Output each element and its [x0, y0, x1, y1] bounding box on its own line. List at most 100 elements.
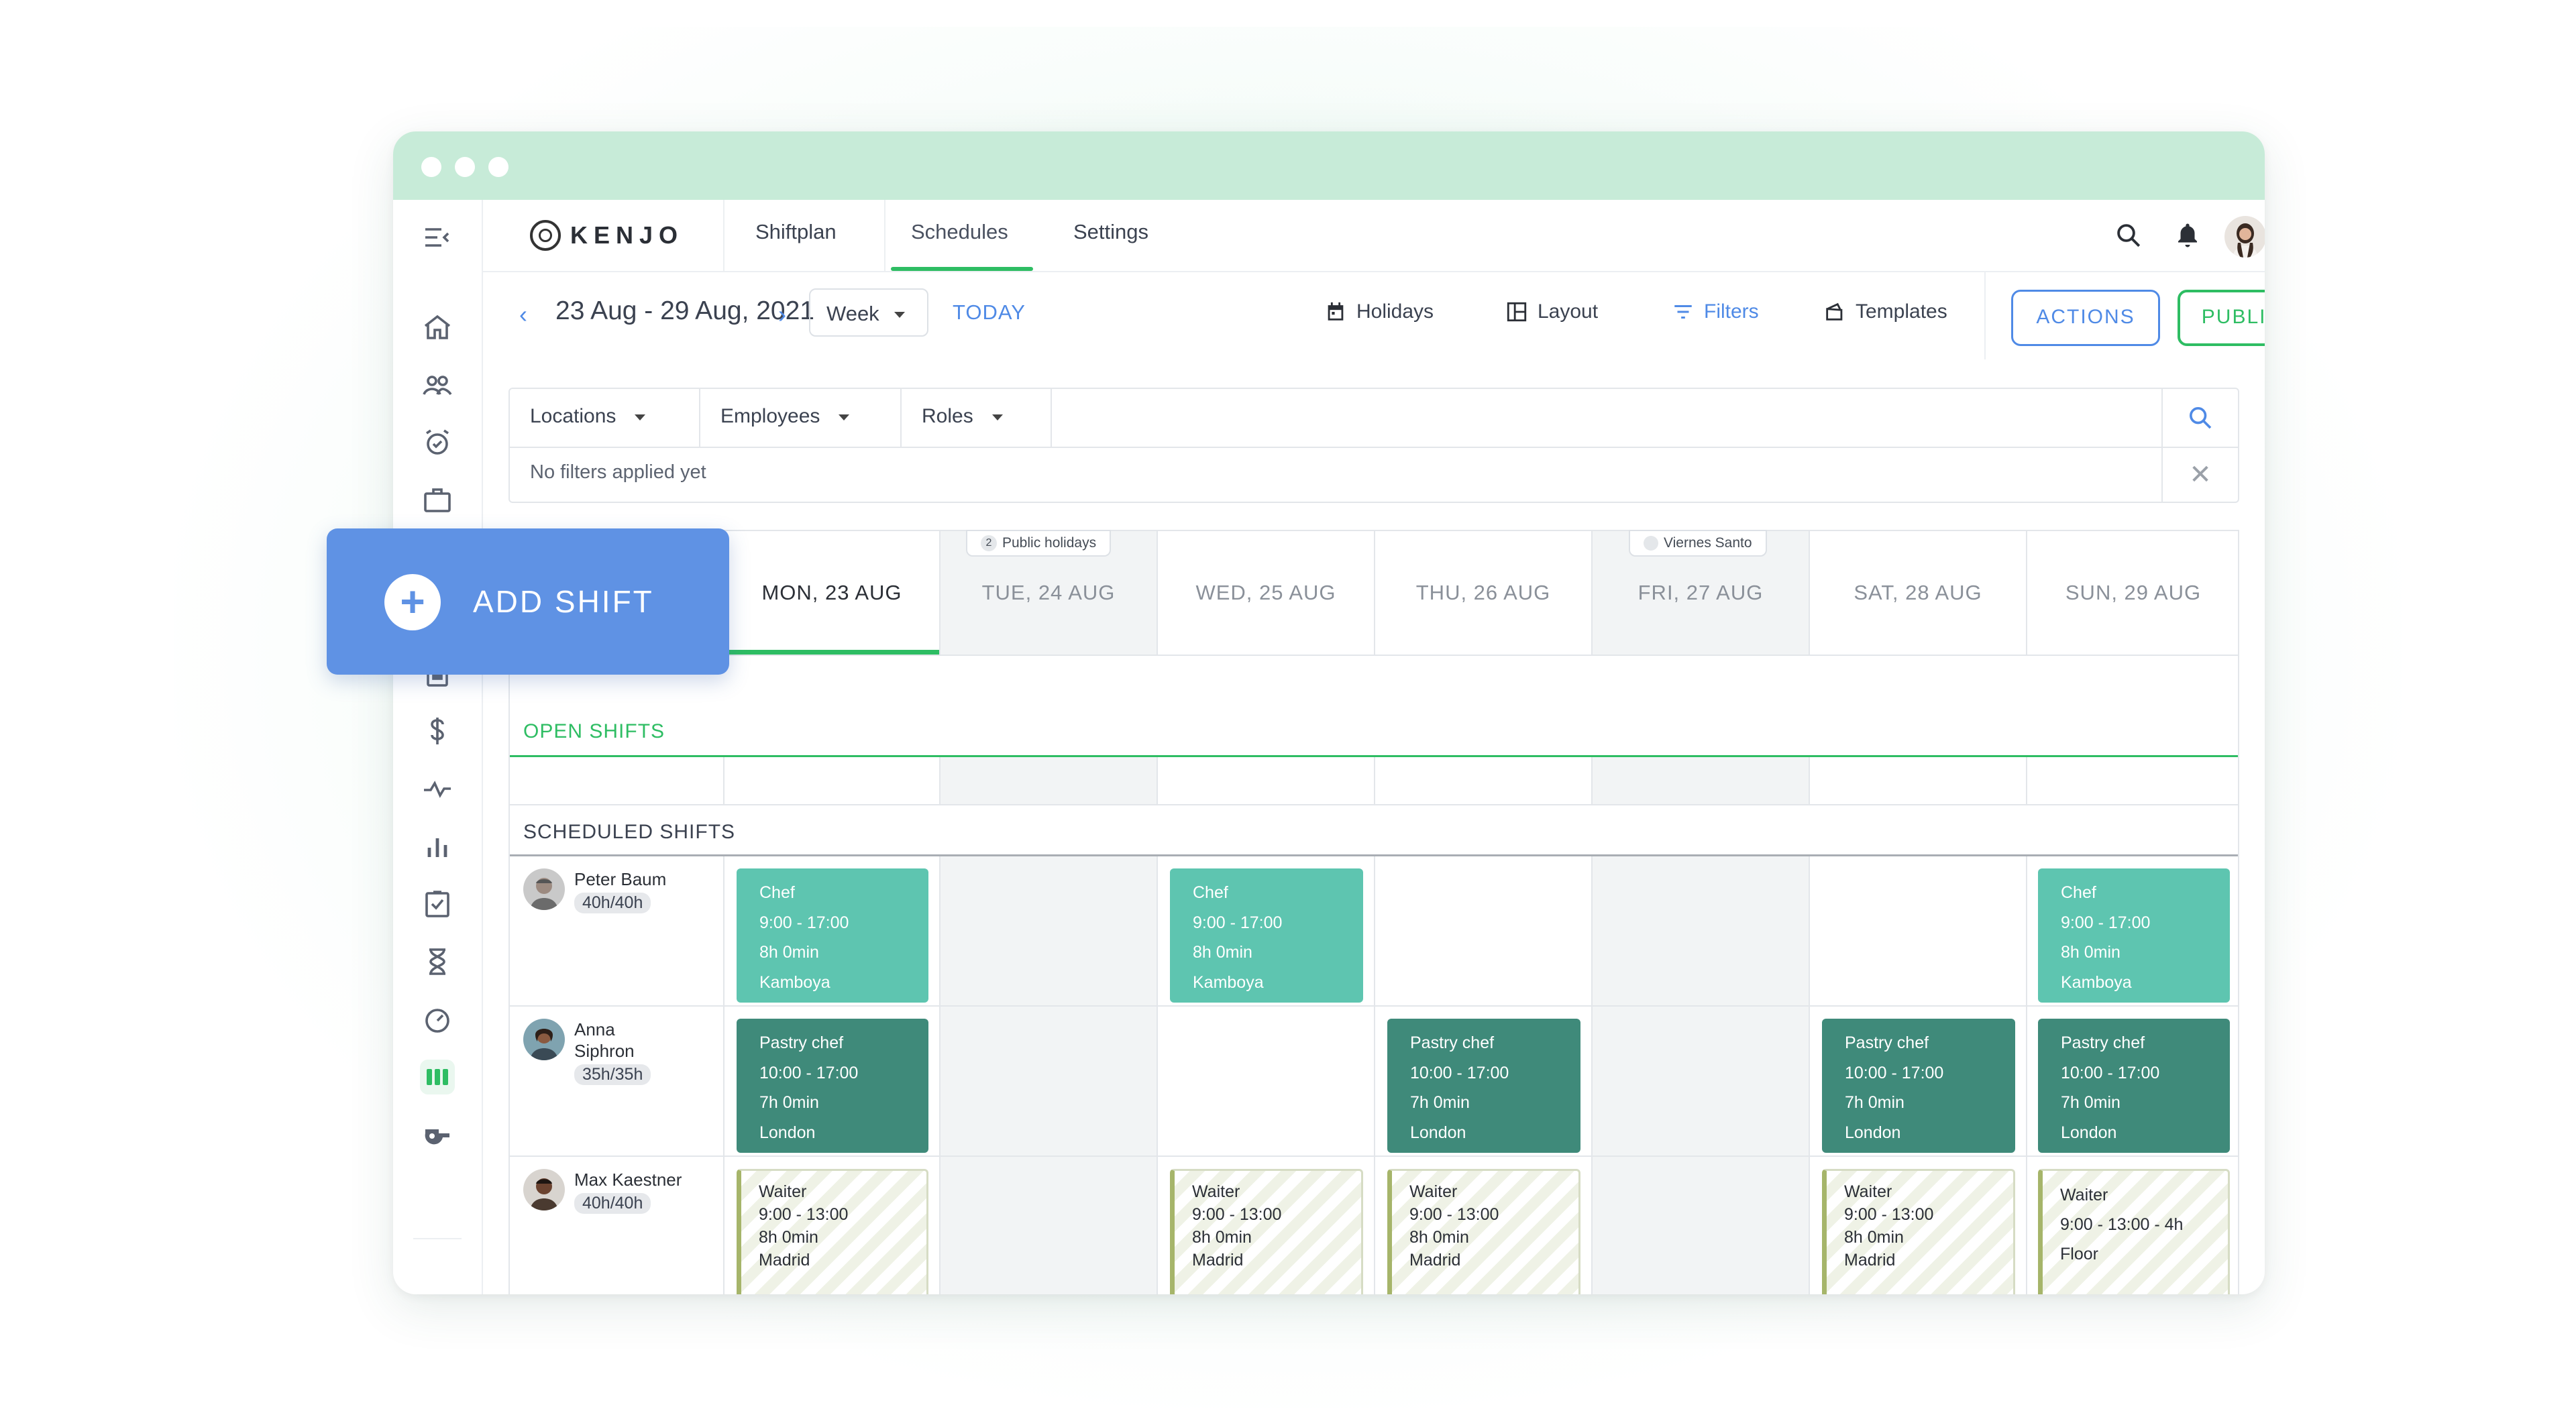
- window-dot: [421, 157, 441, 177]
- people-icon[interactable]: [420, 368, 455, 402]
- actions-button[interactable]: ACTIONS: [2011, 290, 2160, 346]
- publish-button[interactable]: PUBLISH: [2178, 290, 2265, 346]
- templates-icon: [1826, 302, 1843, 321]
- next-week-chevron-icon[interactable]: ›: [778, 300, 786, 329]
- bar-chart-icon[interactable]: [420, 829, 455, 864]
- tab-settings[interactable]: Settings: [1073, 220, 1148, 244]
- holiday-badge[interactable]: Viernes Santo: [1629, 530, 1767, 557]
- no-filters-note: No filters applied yet: [530, 461, 706, 483]
- shift-duration: 8h 0min: [759, 1228, 818, 1247]
- day-header-tue[interactable]: 2 Public holidays TUE, 24 AUG: [941, 530, 1158, 655]
- shift-card-chef[interactable]: Chef 9:00 - 17:00 8h 0min Kamboya: [2038, 868, 2230, 1003]
- whistle-icon[interactable]: [420, 1117, 455, 1152]
- open-shift-cell[interactable]: [1158, 757, 1375, 804]
- shift-cell[interactable]: [1593, 1157, 1810, 1294]
- tab-shiftplan[interactable]: Shiftplan: [755, 220, 837, 244]
- holiday-dot-icon: [1644, 536, 1658, 551]
- header-divider: [510, 655, 2238, 656]
- shift-cell[interactable]: [1593, 1007, 1810, 1155]
- open-shift-cell[interactable]: [1375, 757, 1593, 804]
- shift-card-chef[interactable]: Chef 9:00 - 17:00 8h 0min Kamboya: [1170, 868, 1363, 1003]
- shift-cell[interactable]: [941, 1157, 1158, 1294]
- employees-dropdown[interactable]: Employees: [700, 389, 902, 447]
- day-header-mon[interactable]: MON, 23 AUG: [724, 531, 941, 655]
- shift-card-pastry-chef[interactable]: Pastry chef 10:00 - 17:00 7h 0min London: [737, 1019, 928, 1153]
- employee-name: Peter Baum: [574, 869, 667, 889]
- employee-info[interactable]: Max Kaestner 40h/40h: [523, 1169, 682, 1214]
- checklist-icon[interactable]: [420, 887, 455, 921]
- holiday-badge[interactable]: 2 Public holidays: [966, 530, 1112, 557]
- sidebar-divider: [413, 1238, 462, 1239]
- dollar-icon[interactable]: [420, 714, 455, 748]
- shift-cell[interactable]: [941, 856, 1158, 1005]
- date-range: 23 Aug - 29 Aug, 2021: [555, 296, 815, 325]
- alarm-clock-icon[interactable]: [420, 425, 455, 460]
- menu-collapse-icon[interactable]: [420, 220, 455, 255]
- search-icon: [2190, 407, 2212, 429]
- layout-button[interactable]: Layout: [1505, 300, 1598, 323]
- schedule-columns-icon[interactable]: [420, 1060, 455, 1094]
- activity-icon[interactable]: [420, 771, 455, 806]
- hourglass-icon[interactable]: [420, 944, 455, 979]
- shift-card-pastry-chef[interactable]: Pastry chef 10:00 - 17:00 7h 0min London: [1387, 1019, 1580, 1153]
- employee-info[interactable]: Peter Baum 40h/40h: [523, 868, 666, 913]
- shift-card-pastry-chef[interactable]: Pastry chef 10:00 - 17:00 7h 0min London: [1822, 1019, 2015, 1153]
- employee-hours-badge: 35h/35h: [574, 1064, 651, 1085]
- employee-row: Max Kaestner 40h/40h Waiter 9:00 - 13:00…: [510, 1157, 2238, 1294]
- day-header-fri[interactable]: Viernes Santo FRI, 27 AUG: [1593, 530, 1810, 655]
- view-select[interactable]: Week: [809, 288, 928, 337]
- calendar-icon: [1328, 302, 1344, 321]
- employee-name: Max Kaestner: [574, 1170, 682, 1190]
- shift-duration: 8h 0min: [2061, 943, 2121, 962]
- employee-avatar: [523, 1169, 565, 1210]
- shift-cell[interactable]: [1375, 856, 1593, 1005]
- shift-time: 9:00 - 17:00: [759, 913, 849, 932]
- shift-card-pastry-chef[interactable]: Pastry chef 10:00 - 17:00 7h 0min London: [2038, 1019, 2230, 1153]
- speedometer-icon[interactable]: [420, 1002, 455, 1037]
- shift-card-waiter[interactable]: Waiter 9:00 - 13:00 - 4h Floor: [2038, 1169, 2230, 1294]
- shift-cell[interactable]: [1593, 856, 1810, 1005]
- shift-card-waiter[interactable]: Waiter 9:00 - 13:00 8h 0min Madrid: [1170, 1169, 1363, 1294]
- employee-info[interactable]: Anna Siphron 35h/35h: [523, 1019, 651, 1085]
- today-button[interactable]: TODAY: [953, 300, 1026, 325]
- day-header-wed[interactable]: WED, 25 AUG: [1158, 531, 1375, 655]
- day-header-sun[interactable]: SUN, 29 AUG: [2027, 531, 2239, 655]
- open-shift-cell[interactable]: [1810, 757, 2027, 804]
- shift-cell[interactable]: [1158, 1007, 1375, 1155]
- shift-time: 10:00 - 17:00: [1410, 1063, 1509, 1082]
- open-shift-cell[interactable]: [941, 757, 1158, 804]
- kenjo-logo[interactable]: KENJO: [530, 220, 684, 251]
- briefcase-icon[interactable]: [420, 483, 455, 518]
- shift-card-waiter[interactable]: Waiter 9:00 - 13:00 8h 0min Madrid: [1387, 1169, 1580, 1294]
- add-shift-button[interactable]: + ADD SHIFT: [327, 528, 729, 675]
- day-header-sat[interactable]: SAT, 28 AUG: [1810, 531, 2027, 655]
- roles-dropdown[interactable]: Roles: [902, 389, 1052, 447]
- previous-week-chevron-icon[interactable]: ‹: [519, 300, 527, 329]
- bell-icon[interactable]: [2171, 219, 2204, 252]
- shift-cell[interactable]: [941, 1007, 1158, 1155]
- shift-card-waiter[interactable]: Waiter 9:00 - 13:00 8h 0min Madrid: [737, 1169, 928, 1294]
- filters-button[interactable]: Filters: [1672, 300, 1759, 323]
- tab-schedules[interactable]: Schedules: [891, 220, 1033, 271]
- shift-role: Waiter: [2060, 1186, 2108, 1204]
- open-shift-cell[interactable]: [724, 757, 941, 804]
- locations-dropdown[interactable]: Locations: [510, 389, 700, 447]
- shift-location: Kamboya: [759, 972, 830, 992]
- shift-card-waiter[interactable]: Waiter 9:00 - 13:00 8h 0min Madrid: [1822, 1169, 2015, 1294]
- holidays-button[interactable]: Holidays: [1324, 300, 1434, 323]
- search-icon[interactable]: [2112, 219, 2145, 252]
- shift-card-chef[interactable]: Chef 9:00 - 17:00 8h 0min Kamboya: [737, 868, 928, 1003]
- filter-search-button[interactable]: [2161, 389, 2238, 447]
- open-shift-cell[interactable]: [1593, 757, 1810, 804]
- home-icon[interactable]: [420, 310, 455, 345]
- shift-cell[interactable]: [1810, 856, 2027, 1005]
- open-shift-cell[interactable]: [2027, 757, 2239, 804]
- templates-button[interactable]: Templates: [1823, 300, 1947, 323]
- day-header-thu[interactable]: THU, 26 AUG: [1375, 531, 1593, 655]
- clear-filters-close-icon[interactable]: ✕: [2161, 447, 2238, 503]
- user-avatar[interactable]: [2224, 216, 2265, 258]
- shift-location: London: [1845, 1123, 1901, 1142]
- shift-location: London: [759, 1123, 816, 1142]
- shift-location: Madrid: [1409, 1251, 1461, 1269]
- layout-icon: [1507, 302, 1527, 322]
